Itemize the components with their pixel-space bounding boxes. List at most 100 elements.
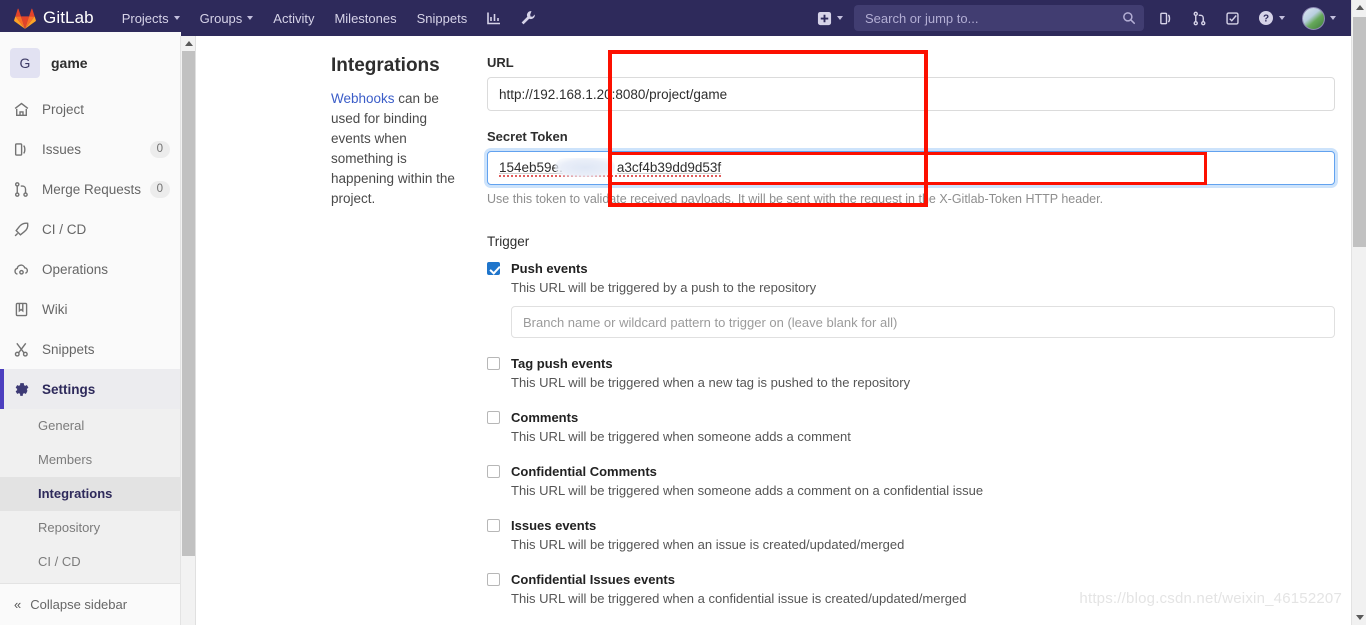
section-intro: Webhooks can be used for binding events … [331,89,463,209]
sidebar-item-issues-label: Issues [42,141,82,157]
integrations-settings-page: Integrations Webhooks can be used for bi… [197,36,1340,625]
gitlab-home-link[interactable]: GitLab [0,0,106,36]
project-name: game [51,55,88,71]
trigger-issues-events: Issues events This URL will be triggered… [487,517,1335,554]
search-icon [1123,12,1136,25]
page-scrollbar[interactable] [1351,0,1366,625]
checkbox-comments[interactable] [487,411,500,424]
user-menu-button[interactable] [1294,6,1341,30]
secret-token-help-text: Use this token to validate received payl… [487,192,1104,206]
nav-link-activity[interactable]: Activity [263,0,324,36]
sidebar-item-issues-count: 0 [149,140,170,158]
issues-icon[interactable] [1150,0,1183,36]
page-scroll-up-arrow[interactable] [1352,0,1366,15]
settings-subnav: General Members Integrations Repository … [0,409,180,583]
sidebar-project-header[interactable]: G game [0,36,180,89]
sidebar-item-operations-label: Operations [42,261,109,277]
nav-link-snippets[interactable]: Snippets [407,0,478,36]
url-input-value: http://192.168.1.20:8080/project/game [499,86,728,102]
sidebar-item-settings[interactable]: Settings [0,369,180,409]
nav-link-groups[interactable]: Groups [190,0,264,36]
chevron-down-icon [247,16,254,20]
plus-square-icon[interactable] [808,0,852,36]
sidebar-item-merge-requests[interactable]: Merge Requests 0 [0,169,180,209]
merge-requests-icon [14,181,28,197]
double-chevron-left-icon: « [14,597,21,612]
gear-icon [15,382,29,396]
page-scroll-down-arrow[interactable] [1352,610,1366,625]
nav-link-projects-label: Projects [121,10,169,26]
sidebar-subitem-ci-cd[interactable]: CI / CD [0,545,180,579]
sidebar-subitem-integrations[interactable]: Integrations [0,477,180,511]
checkbox-push-events[interactable] [487,262,500,275]
sidebar-item-wiki[interactable]: Wiki [0,289,180,329]
primary-nav-links: Projects Groups Activity Milestones Snip… [112,0,546,36]
sidebar-item-settings-label: Settings [42,381,96,397]
checkbox-confidential-issues-events[interactable] [487,573,500,586]
section-intro-rest: can be used for binding events when some… [331,91,455,206]
rocket-icon [14,222,29,236]
issues-icon [14,142,26,156]
avatar [1302,6,1325,30]
main-content: Integrations Webhooks can be used for bi… [197,36,1340,625]
svg-text:?: ? [1263,14,1269,25]
secret-token-input[interactable]: 154eb59e.xxxxxxxxa3cf4b39dd9d53f [487,151,1335,185]
page-scrollbar-thumb[interactable] [1353,17,1366,247]
help-question-icon[interactable]: ? [1249,0,1294,36]
wrench-icon[interactable] [511,0,545,36]
trigger-comments-title: Comments [511,410,579,425]
todos-check-icon[interactable] [1216,0,1249,36]
sidebar-scrollbar[interactable] [181,36,196,625]
nav-link-milestones[interactable]: Milestones [324,0,406,36]
sidebar-subitem-general[interactable]: General [0,409,180,443]
trigger-confidential-comments-title: Confidential Comments [511,464,657,479]
sidebar-item-snippets-label: Snippets [42,341,95,357]
sidebar-item-ci-cd-label: CI / CD [42,221,87,237]
sidebar-item-ci-cd[interactable]: CI / CD [0,209,180,249]
sidebar-subitem-members[interactable]: Members [0,443,180,477]
trigger-confidential-comments: Confidential Comments This URL will be t… [487,463,1335,500]
checkbox-issues-events[interactable] [487,519,500,532]
trigger-push-events-desc: This URL will be triggered by a push to … [511,280,817,295]
search-placeholder: Search or jump to... [865,10,979,26]
trigger-push-events: Push events This URL will be triggered b… [487,260,1335,338]
chevron-down-icon [173,16,180,20]
token-redaction-blur [555,157,615,177]
webhooks-link[interactable]: Webhooks [331,91,395,106]
home-icon [14,102,29,116]
project-sidebar: G game Project Issues 0 Merge Requests 0… [0,36,181,625]
sidebar-item-issues[interactable]: Issues 0 [0,129,180,169]
push-branch-filter-placeholder: Branch name or wildcard pattern to trigg… [523,314,898,330]
chevron-down-icon [837,16,843,20]
url-input[interactable]: http://192.168.1.20:8080/project/game [487,77,1335,111]
trigger-push-events-title: Push events [511,261,588,276]
collapse-sidebar-label: Collapse sidebar [30,597,128,612]
trigger-comments-desc: This URL will be triggered when someone … [511,429,851,444]
trigger-confidential-issues-events-title: Confidential Issues events [511,572,675,587]
sidebar-subitem-repository[interactable]: Repository [0,511,180,545]
sidebar-item-operations[interactable]: Operations [0,249,180,289]
navbar-sidebar-notch [0,32,181,36]
url-field-label: URL [487,55,514,70]
checkbox-confidential-comments[interactable] [487,465,500,478]
brand-name: GitLab [43,8,94,27]
cloud-gear-icon [14,263,29,275]
nav-link-projects[interactable]: Projects [112,0,190,36]
book-icon [15,302,28,316]
merge-requests-icon[interactable] [1183,0,1216,36]
sidebar-scroll-up-arrow[interactable] [181,36,196,50]
secret-token-field-label: Secret Token [487,129,568,144]
secret-token-value: 154eb59e.xxxxxxxxa3cf4b39dd9d53f [499,157,722,177]
sidebar-item-snippets[interactable]: Snippets [0,329,180,369]
sidebar-scrollbar-thumb[interactable] [182,51,195,556]
sidebar-item-merge-requests-label: Merge Requests [42,181,142,197]
push-branch-filter-input[interactable]: Branch name or wildcard pattern to trigg… [511,306,1335,338]
trigger-confidential-comments-desc: This URL will be triggered when someone … [511,483,984,498]
analytics-chart-icon[interactable] [477,0,511,36]
trigger-issues-events-title: Issues events [511,518,597,533]
collapse-sidebar-button[interactable]: « Collapse sidebar [0,583,180,625]
search-input[interactable]: Search or jump to... [854,5,1144,31]
checkbox-tag-push-events[interactable] [487,357,500,370]
token-suffix: a3cf4b39dd9d53f [616,159,722,175]
sidebar-item-project[interactable]: Project [0,89,180,129]
